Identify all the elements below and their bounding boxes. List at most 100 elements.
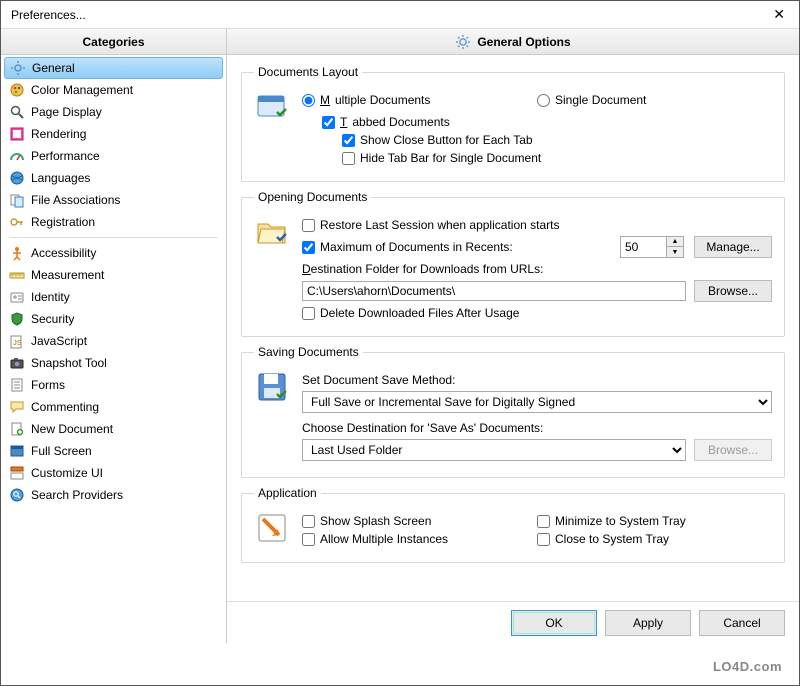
sidebar-item-performance[interactable]: Performance bbox=[1, 145, 226, 167]
checkbox-delete-downloaded[interactable]: Delete Downloaded Files After Usage bbox=[302, 306, 519, 320]
checkbox-max-recents-label: Maximum of Documents in Recents: bbox=[320, 240, 513, 254]
apply-button[interactable]: Apply bbox=[605, 610, 691, 636]
window-title: Preferences... bbox=[11, 8, 86, 22]
checkbox-tabbed-label: abbed Documents bbox=[352, 115, 449, 129]
sidebar-item-registration[interactable]: Registration bbox=[1, 211, 226, 233]
sidebar-item-new-document[interactable]: New Document bbox=[1, 418, 226, 440]
js-icon: JS bbox=[9, 333, 25, 349]
checkbox-splash[interactable]: Show Splash Screen bbox=[302, 514, 431, 528]
sidebar-item-label: Registration bbox=[31, 215, 95, 229]
sidebar-separator bbox=[9, 237, 218, 238]
max-recents-spinner[interactable]: ▲ ▼ bbox=[620, 236, 684, 258]
save-icon bbox=[254, 369, 290, 405]
snapshot-icon bbox=[9, 355, 25, 371]
fieldset-application: Application Show Splash Screen Allow Mul… bbox=[241, 486, 785, 563]
sidebar-item-measurement[interactable]: Measurement bbox=[1, 264, 226, 286]
sidebar-item-search-providers[interactable]: Search Providers bbox=[1, 484, 226, 506]
sidebar-item-page-display[interactable]: Page Display bbox=[1, 101, 226, 123]
sidebar-item-label: New Document bbox=[31, 422, 113, 436]
titlebar: Preferences... ✕ bbox=[1, 1, 799, 29]
close-icon[interactable]: ✕ bbox=[767, 4, 791, 25]
checkbox-tabbed-documents[interactable]: Tabbed Documents bbox=[322, 115, 450, 129]
legend-opening-documents: Opening Documents bbox=[254, 190, 371, 204]
max-recents-value[interactable] bbox=[620, 236, 666, 258]
sidebar-item-label: Page Display bbox=[31, 105, 102, 119]
checkbox-delete-downloaded-input[interactable] bbox=[302, 307, 315, 320]
cancel-button[interactable]: Cancel bbox=[699, 610, 785, 636]
sidebar-item-label: Accessibility bbox=[31, 246, 96, 260]
checkbox-max-recents-input[interactable] bbox=[302, 241, 315, 254]
sidebar-item-label: Search Providers bbox=[31, 488, 123, 502]
checkbox-tabbed-input[interactable] bbox=[322, 116, 335, 129]
checkbox-close-tray[interactable]: Close to System Tray bbox=[537, 532, 669, 546]
fieldset-saving-documents: Saving Documents Set Document Save Metho… bbox=[241, 345, 785, 478]
sidebar-item-label: Security bbox=[31, 312, 74, 326]
checkbox-show-close[interactable]: Show Close Button for Each Tab bbox=[342, 133, 533, 147]
checkbox-min-tray-input[interactable] bbox=[537, 515, 550, 528]
sidebar-item-label: File Associations bbox=[31, 193, 120, 207]
fieldset-opening-documents: Opening Documents Restore Last Session w… bbox=[241, 190, 785, 337]
sidebar-item-accessibility[interactable]: Accessibility bbox=[1, 242, 226, 264]
main-header-label: General Options bbox=[477, 35, 570, 49]
sidebar-item-javascript[interactable]: JSJavaScript bbox=[1, 330, 226, 352]
checkbox-min-tray-label: Minimize to System Tray bbox=[555, 514, 686, 528]
checkbox-hide-tab-bar-label: Hide Tab Bar for Single Document bbox=[360, 151, 541, 165]
app-icon bbox=[254, 510, 290, 546]
sidebar-item-languages[interactable]: Languages bbox=[1, 167, 226, 189]
checkbox-show-close-label: Show Close Button for Each Tab bbox=[360, 133, 533, 147]
radio-multiple-documents-input[interactable] bbox=[302, 94, 315, 107]
sidebar-item-identity[interactable]: Identity bbox=[1, 286, 226, 308]
file-assoc-icon bbox=[9, 192, 25, 208]
checkbox-restore-session[interactable]: Restore Last Session when application st… bbox=[302, 218, 559, 232]
form-icon bbox=[9, 377, 25, 393]
id-icon bbox=[9, 289, 25, 305]
sidebar-item-general[interactable]: General bbox=[4, 57, 223, 79]
checkbox-splash-label: Show Splash Screen bbox=[320, 514, 431, 528]
radio-multiple-documents[interactable]: Multiple Documents bbox=[302, 93, 430, 107]
ok-button[interactable]: OK bbox=[511, 610, 597, 636]
radio-multiple-label-u: M bbox=[320, 93, 330, 107]
checkbox-multi-instance-input[interactable] bbox=[302, 533, 315, 546]
manage-button[interactable]: Manage... bbox=[694, 236, 772, 258]
fieldset-documents-layout: Documents Layout Multiple Documents bbox=[241, 65, 785, 182]
sidebar-item-commenting[interactable]: Commenting bbox=[1, 396, 226, 418]
browse-downloads-button[interactable]: Browse... bbox=[694, 280, 772, 302]
checkbox-max-recents[interactable]: Maximum of Documents in Recents: bbox=[302, 240, 610, 254]
save-method-select[interactable]: Full Save or Incremental Save for Digita… bbox=[302, 391, 772, 413]
sidebar-item-full-screen[interactable]: Full Screen bbox=[1, 440, 226, 462]
sidebar-item-customize-ui[interactable]: Customize UI bbox=[1, 462, 226, 484]
sidebar-item-security[interactable]: Security bbox=[1, 308, 226, 330]
checkbox-hide-tab-bar[interactable]: Hide Tab Bar for Single Document bbox=[342, 151, 541, 165]
checkbox-restore-session-input[interactable] bbox=[302, 219, 315, 232]
sidebar-item-color-management[interactable]: Color Management bbox=[1, 79, 226, 101]
magnifier-icon bbox=[9, 104, 25, 120]
checkbox-show-close-input[interactable] bbox=[342, 134, 355, 147]
save-method-label: Set Document Save Method: bbox=[302, 373, 455, 387]
access-icon bbox=[9, 245, 25, 261]
spin-down-icon[interactable]: ▼ bbox=[667, 247, 683, 257]
checkbox-hide-tab-bar-input[interactable] bbox=[342, 152, 355, 165]
radio-single-document[interactable]: Single Document bbox=[537, 93, 646, 107]
sidebar-item-rendering[interactable]: Rendering bbox=[1, 123, 226, 145]
choose-dest-label: Choose Destination for 'Save As' Documen… bbox=[302, 421, 543, 435]
dest-folder-input[interactable] bbox=[302, 281, 686, 301]
gauge-icon bbox=[9, 148, 25, 164]
checkbox-min-tray[interactable]: Minimize to System Tray bbox=[537, 514, 686, 528]
radio-single-document-input[interactable] bbox=[537, 94, 550, 107]
sidebar-item-label: Full Screen bbox=[31, 444, 92, 458]
globe-icon bbox=[9, 170, 25, 186]
sidebar: Categories GeneralColor Management Page D… bbox=[1, 29, 227, 643]
sidebar-item-forms[interactable]: Forms bbox=[1, 374, 226, 396]
choose-dest-select[interactable]: Last Used Folder bbox=[302, 439, 686, 461]
fullscreen-icon bbox=[9, 443, 25, 459]
sidebar-item-file-associations[interactable]: File Associations bbox=[1, 189, 226, 211]
watermark: LO4D.com bbox=[713, 659, 782, 674]
sidebar-item-label: Snapshot Tool bbox=[31, 356, 107, 370]
sidebar-header: Categories bbox=[1, 29, 226, 55]
checkbox-splash-input[interactable] bbox=[302, 515, 315, 528]
sidebar-item-snapshot-tool[interactable]: Snapshot Tool bbox=[1, 352, 226, 374]
checkbox-close-tray-input[interactable] bbox=[537, 533, 550, 546]
checkbox-multi-instance[interactable]: Allow Multiple Instances bbox=[302, 532, 448, 546]
spin-up-icon[interactable]: ▲ bbox=[667, 237, 683, 247]
bottom-bar: OK Apply Cancel bbox=[227, 601, 799, 643]
